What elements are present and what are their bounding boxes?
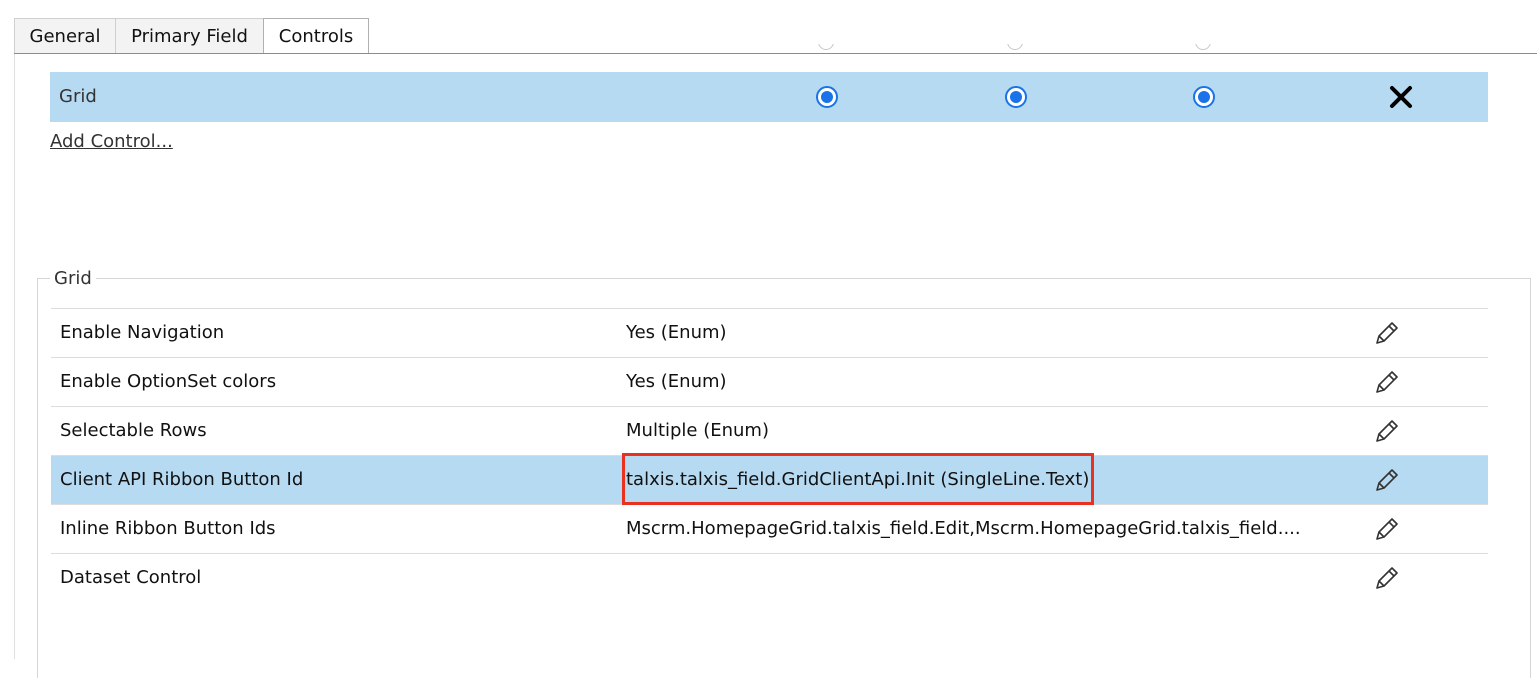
pencil-icon[interactable]: [1373, 368, 1401, 396]
tab-general[interactable]: General: [14, 18, 116, 53]
radio-peek: [1005, 44, 1027, 58]
property-table: Enable Navigation Yes (Enum) Enable Opti…: [51, 308, 1488, 602]
property-value: Yes (Enum): [626, 371, 727, 392]
radio-peek: [1193, 44, 1215, 58]
pencil-icon[interactable]: [1373, 466, 1401, 494]
web-radio[interactable]: [816, 86, 838, 108]
control-row-grid[interactable]: Grid: [50, 72, 1488, 122]
control-name: Grid: [59, 86, 97, 107]
property-name: Dataset Control: [60, 567, 202, 588]
radio-peek: [816, 44, 838, 58]
tab-divider: [14, 53, 1537, 54]
property-value: Multiple (Enum): [626, 420, 769, 441]
property-row-selectable-rows[interactable]: Selectable Rows Multiple (Enum): [51, 406, 1488, 455]
phone-radio[interactable]: [1005, 86, 1027, 108]
pencil-icon[interactable]: [1373, 564, 1401, 592]
tab-bar: General Primary Field Controls: [0, 18, 1537, 54]
property-row-inline-ribbon-button-ids[interactable]: Inline Ribbon Button Ids Mscrm.HomepageG…: [51, 504, 1488, 553]
property-name: Client API Ribbon Button Id: [60, 469, 304, 490]
add-control-link[interactable]: Add Control...: [50, 131, 173, 152]
panel-frame: [14, 54, 15, 659]
property-name: Inline Ribbon Button Ids: [60, 518, 276, 539]
property-row-dataset-control[interactable]: Dataset Control: [51, 553, 1488, 602]
property-row-enable-optionset-colors[interactable]: Enable OptionSet colors Yes (Enum): [51, 357, 1488, 406]
pencil-icon[interactable]: [1373, 515, 1401, 543]
grid-section-legend: Grid: [50, 268, 96, 289]
property-name: Enable Navigation: [60, 322, 225, 343]
tab-primary-field[interactable]: Primary Field: [115, 18, 264, 53]
property-value: talxis.talxis_field.GridClientApi.Init (…: [626, 469, 1090, 490]
property-row-client-api-ribbon-button-id[interactable]: Client API Ribbon Button Id talxis.talxi…: [51, 455, 1488, 504]
pencil-icon[interactable]: [1373, 319, 1401, 347]
close-icon[interactable]: [1387, 83, 1415, 111]
pencil-icon[interactable]: [1373, 417, 1401, 445]
property-name: Selectable Rows: [60, 420, 207, 441]
property-row-enable-navigation[interactable]: Enable Navigation Yes (Enum): [51, 308, 1488, 357]
property-name: Enable OptionSet colors: [60, 371, 277, 392]
tab-controls[interactable]: Controls: [263, 18, 369, 54]
tablet-radio[interactable]: [1193, 86, 1215, 108]
property-value: Mscrm.HomepageGrid.talxis_field.Edit,Msc…: [626, 518, 1301, 539]
property-value: Yes (Enum): [626, 322, 727, 343]
